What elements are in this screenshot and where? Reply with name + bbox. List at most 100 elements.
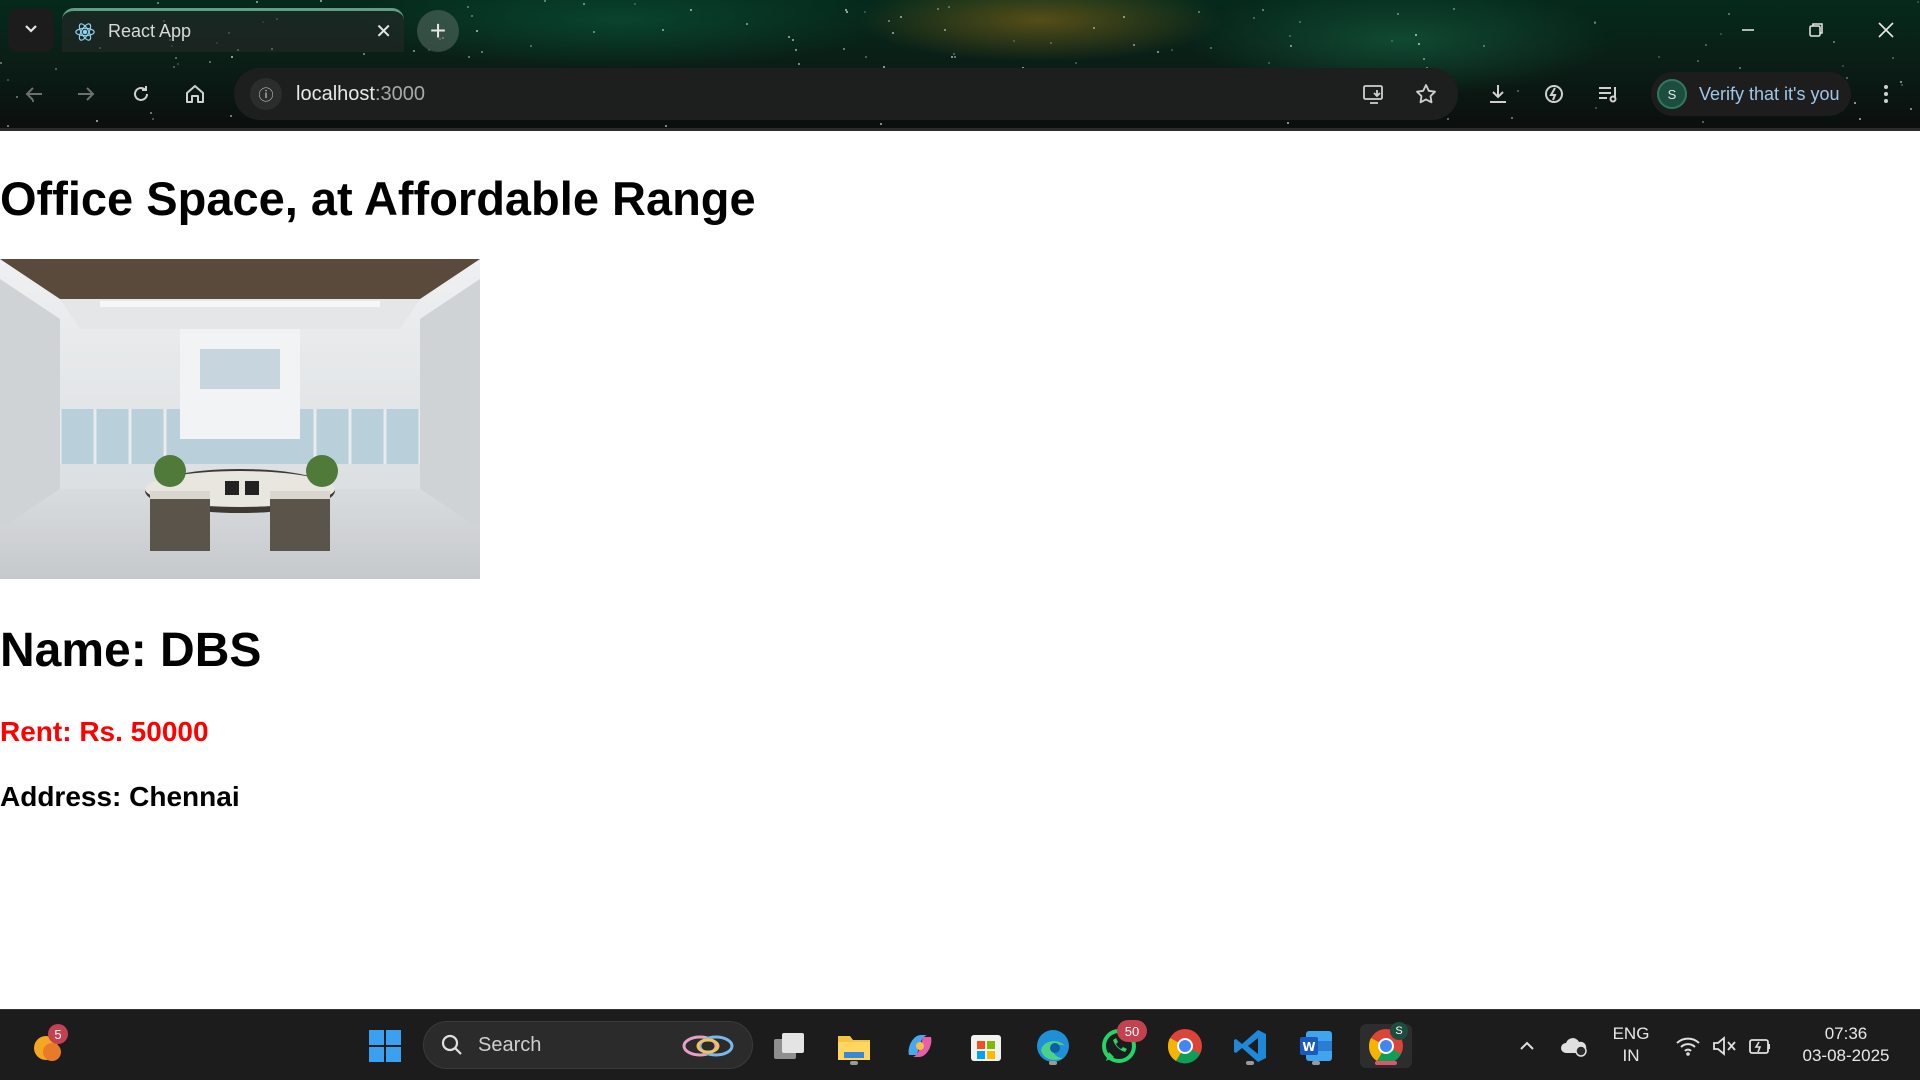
star-decoration: [157, 2, 159, 4]
restore-button[interactable]: [1786, 10, 1846, 50]
clock[interactable]: 07:36 03-08-2025: [1786, 1023, 1906, 1067]
star-decoration: [1739, 67, 1741, 69]
edge-app[interactable]: [1031, 1024, 1075, 1068]
url-text[interactable]: localhost:3000: [296, 83, 425, 106]
reload-icon: [134, 86, 148, 101]
clock-time: 07:36: [1824, 1024, 1868, 1043]
star-decoration: [1423, 58, 1425, 60]
star-decoration: [1391, 40, 1393, 42]
copilot-app[interactable]: [898, 1024, 942, 1068]
tab-react-app[interactable]: React App ✕: [62, 8, 404, 52]
star-decoration: [363, 53, 365, 55]
reload-button[interactable]: [121, 74, 161, 114]
star-decoration: [1253, 17, 1255, 19]
media-controls-button[interactable]: [1588, 74, 1628, 114]
browser-menu-button[interactable]: [1866, 74, 1906, 114]
star-decoration: [7, 79, 9, 81]
star-decoration: [948, 6, 950, 8]
star-decoration: [593, 31, 595, 33]
microsoft-store-app[interactable]: [964, 1024, 1008, 1068]
verify-identity-button[interactable]: S Verify that it's you: [1651, 72, 1851, 116]
downloads-button[interactable]: [1478, 74, 1518, 114]
minimize-button[interactable]: [1718, 10, 1778, 50]
star-decoration: [1415, 34, 1417, 36]
show-hidden-icons-button[interactable]: [1505, 1024, 1549, 1068]
volume-muted-icon: [1713, 1036, 1736, 1056]
star-decoration: [467, 6, 469, 8]
star-decoration: [320, 0, 322, 2]
chevron-down-icon: [23, 20, 39, 41]
office-rent: Rent: Rs. 50000: [0, 716, 209, 747]
star-decoration: [1397, 13, 1399, 15]
star-decoration: [177, 63, 179, 65]
react-icon: [74, 21, 96, 43]
windows-taskbar: 5 Search 50 W S ENG IN 07:36 03-08-2025: [0, 1009, 1920, 1080]
task-view-icon: [774, 1033, 804, 1059]
store-icon: [971, 1035, 1001, 1061]
running-indicator: [1049, 1061, 1057, 1065]
star-decoration: [1289, 35, 1291, 37]
home-button[interactable]: [175, 74, 215, 114]
address-bar[interactable]: ⓘ localhost:3000: [234, 68, 1458, 120]
word-app[interactable]: W: [1294, 1024, 1338, 1068]
running-indicator: [1246, 1061, 1254, 1065]
volume-button[interactable]: [1706, 1024, 1742, 1068]
edge-icon: [1037, 1030, 1069, 1062]
star-decoration: [690, 9, 692, 11]
weather-widget[interactable]: 5: [26, 1024, 70, 1068]
star-decoration: [530, 45, 532, 47]
star-decoration: [795, 49, 797, 51]
star-decoration: [1447, 118, 1449, 120]
star-decoration: [1210, 47, 1212, 49]
profile-avatar: S: [1657, 79, 1687, 109]
running-indicator: [1312, 1061, 1320, 1065]
star-decoration: [1859, 118, 1861, 120]
active-indicator: [1375, 1061, 1397, 1065]
star-decoration: [865, 56, 867, 58]
site-info-icon[interactable]: ⓘ: [250, 78, 282, 110]
performance-icon: [1545, 85, 1563, 103]
verify-label: Verify that it's you: [1699, 83, 1840, 104]
forward-button[interactable]: [66, 74, 106, 114]
word-icon: W: [1300, 1031, 1332, 1061]
star-decoration: [152, 118, 154, 120]
new-tab-button[interactable]: +: [417, 10, 459, 52]
star-decoration: [1050, 42, 1052, 44]
star-decoration: [96, 120, 98, 122]
back-button[interactable]: [14, 74, 54, 114]
chrome-profile-app[interactable]: S: [1360, 1022, 1412, 1068]
vscode-app[interactable]: [1228, 1024, 1272, 1068]
star-decoration: [662, 29, 664, 31]
task-view-button[interactable]: [767, 1024, 811, 1068]
star-decoration: [173, 66, 175, 68]
close-tab-icon[interactable]: ✕: [375, 19, 392, 44]
star-decoration: [175, 57, 177, 59]
office-image: [0, 259, 480, 579]
network-button[interactable]: [1670, 1024, 1706, 1068]
url-port: :3000: [374, 82, 425, 105]
chrome-app[interactable]: [1163, 1024, 1207, 1068]
office-name: Name: DBS: [0, 624, 262, 677]
star-decoration: [954, 56, 956, 58]
star-decoration: [788, 36, 790, 38]
bookmark-star-icon[interactable]: [1412, 80, 1440, 108]
star-decoration: [1268, 62, 1270, 64]
star-decoration: [1854, 102, 1856, 104]
input-language-button[interactable]: ENG IN: [1602, 1023, 1660, 1067]
whatsapp-app[interactable]: 50: [1097, 1020, 1147, 1068]
start-button[interactable]: [363, 1024, 407, 1068]
star-decoration: [746, 23, 748, 25]
star-decoration: [888, 20, 890, 22]
star-decoration: [1123, 16, 1125, 18]
taskbar-search[interactable]: Search: [423, 1021, 753, 1069]
star-decoration: [0, 62, 2, 64]
star-decoration: [209, 61, 211, 63]
onedrive-button[interactable]: [1552, 1024, 1596, 1068]
battery-button[interactable]: [1742, 1024, 1778, 1068]
performance-button[interactable]: [1534, 74, 1574, 114]
battery-charging-icon: [1749, 1039, 1770, 1054]
install-app-icon[interactable]: [1360, 80, 1388, 108]
tab-search-button[interactable]: [8, 8, 54, 52]
file-explorer-app[interactable]: [832, 1024, 876, 1068]
close-window-button[interactable]: [1856, 10, 1916, 50]
